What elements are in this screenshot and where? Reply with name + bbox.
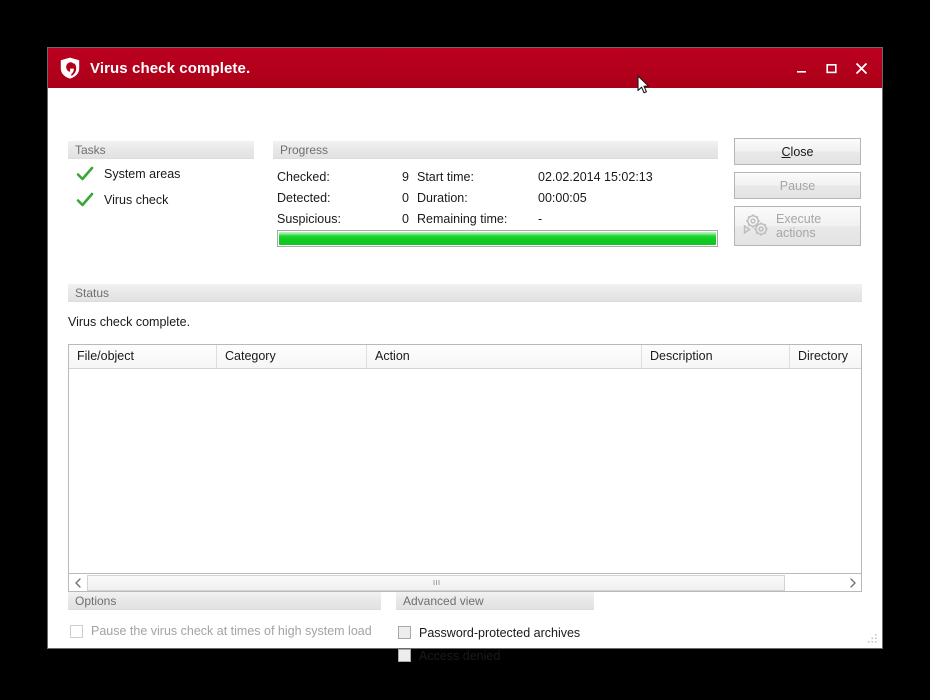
task-label: Virus check [104,193,169,207]
suspicious-value: 0 [402,212,409,226]
checkbox-password-protected-archives[interactable] [398,626,411,639]
tasks-section-header: Tasks [68,141,254,159]
remaining-time-label: Remaining time: [417,212,508,226]
close-button[interactable]: Close [734,138,861,165]
maximize-button[interactable] [816,53,846,83]
scroll-right-button[interactable] [844,575,861,591]
option-pause-high-load-row[interactable]: Pause the virus check at times of high s… [70,621,372,641]
window-body: Tasks System areas Virus check Progress … [48,88,882,663]
green-check-icon [76,166,94,181]
close-window-button[interactable] [846,53,876,83]
grip-icon [433,580,439,585]
status-message: Virus check complete. [68,315,191,329]
progress-section-header: Progress [273,141,718,159]
close-accel: C [781,144,791,159]
tasks-panel: Tasks System areas Virus check [68,141,254,211]
duration-label: Duration: [417,191,468,205]
advanced-view-panel: Password-protected archives Access denie… [398,621,580,667]
task-item: Virus check [68,189,254,211]
progress-stats-grid: Checked: 9 Start time: 02.02.2014 15:02:… [273,168,718,229]
progress-bar-fill [279,232,716,245]
virus-check-window: Virus check complete. Tasks System areas… [48,48,882,663]
option-access-denied-label: Access denied [419,648,501,663]
detected-label: Detected: [277,191,331,205]
execute-actions-line2: actions [776,226,816,240]
checked-value: 9 [402,170,409,184]
task-item: System areas [68,163,254,185]
pause-button[interactable]: Pause [734,172,861,199]
scrollbar-track[interactable] [86,574,844,591]
green-check-icon [76,192,94,207]
window-title: Virus check complete. [90,59,251,77]
option-password-archives-row[interactable]: Password-protected archives [398,621,580,644]
checked-label: Checked: [277,170,330,184]
action-button-column: Close Pause Execute actions [734,138,861,246]
checkbox-access-denied[interactable] [398,649,411,662]
pause-button-label: Pause [779,178,816,193]
scrollbar-thumb[interactable] [87,574,785,591]
start-time-label: Start time: [417,170,474,184]
advanced-view-section-header: Advanced view [396,592,594,610]
option-pause-high-load-label: Pause the virus check at times of high s… [91,624,372,638]
execute-actions-button[interactable]: Execute actions [734,206,861,246]
table-body[interactable] [69,369,861,573]
checkbox-pause-high-load[interactable] [70,624,83,638]
chevron-left-icon [74,577,81,588]
title-bar: Virus check complete. [48,48,882,88]
options-panel: Pause the virus check at times of high s… [70,621,372,641]
suspicious-label: Suspicious: [277,212,341,226]
execute-actions-label: Execute actions [776,212,821,240]
column-header-directory[interactable]: Directory [790,345,861,368]
progress-bar [277,230,718,247]
start-time-value: 02.02.2014 15:02:13 [538,170,653,184]
option-password-archives-label: Password-protected archives [419,625,581,640]
column-header-category[interactable]: Category [217,345,367,368]
minimize-icon [796,70,806,73]
gears-icon [743,214,768,236]
table-header-row: File/object Category Action Description … [69,345,861,369]
close-icon [855,62,867,74]
horizontal-scrollbar[interactable] [68,574,862,592]
gdata-shield-icon [60,57,80,79]
duration-value: 00:00:05 [538,191,587,205]
resize-grip-icon[interactable] [865,632,878,645]
options-section-header: Options [68,592,381,610]
chevron-right-icon [849,577,856,588]
scroll-left-button[interactable] [69,575,86,591]
minimize-button[interactable] [786,53,816,83]
maximize-icon [825,63,837,73]
task-label: System areas [104,167,181,181]
column-header-description[interactable]: Description [642,345,790,368]
detected-value: 0 [402,191,409,205]
close-rest: lose [790,144,814,159]
column-header-file-object[interactable]: File/object [69,345,217,368]
progress-panel: Progress Checked: 9 Start time: 02.02.20… [273,141,718,229]
column-header-action[interactable]: Action [367,345,642,368]
option-access-denied-row[interactable]: Access denied [398,644,580,667]
execute-actions-line1: Execute [776,212,822,226]
results-table: File/object Category Action Description … [68,344,862,574]
close-button-label: Close [782,145,814,159]
remaining-time-value: - [538,212,543,226]
status-section-header: Status [68,284,862,302]
